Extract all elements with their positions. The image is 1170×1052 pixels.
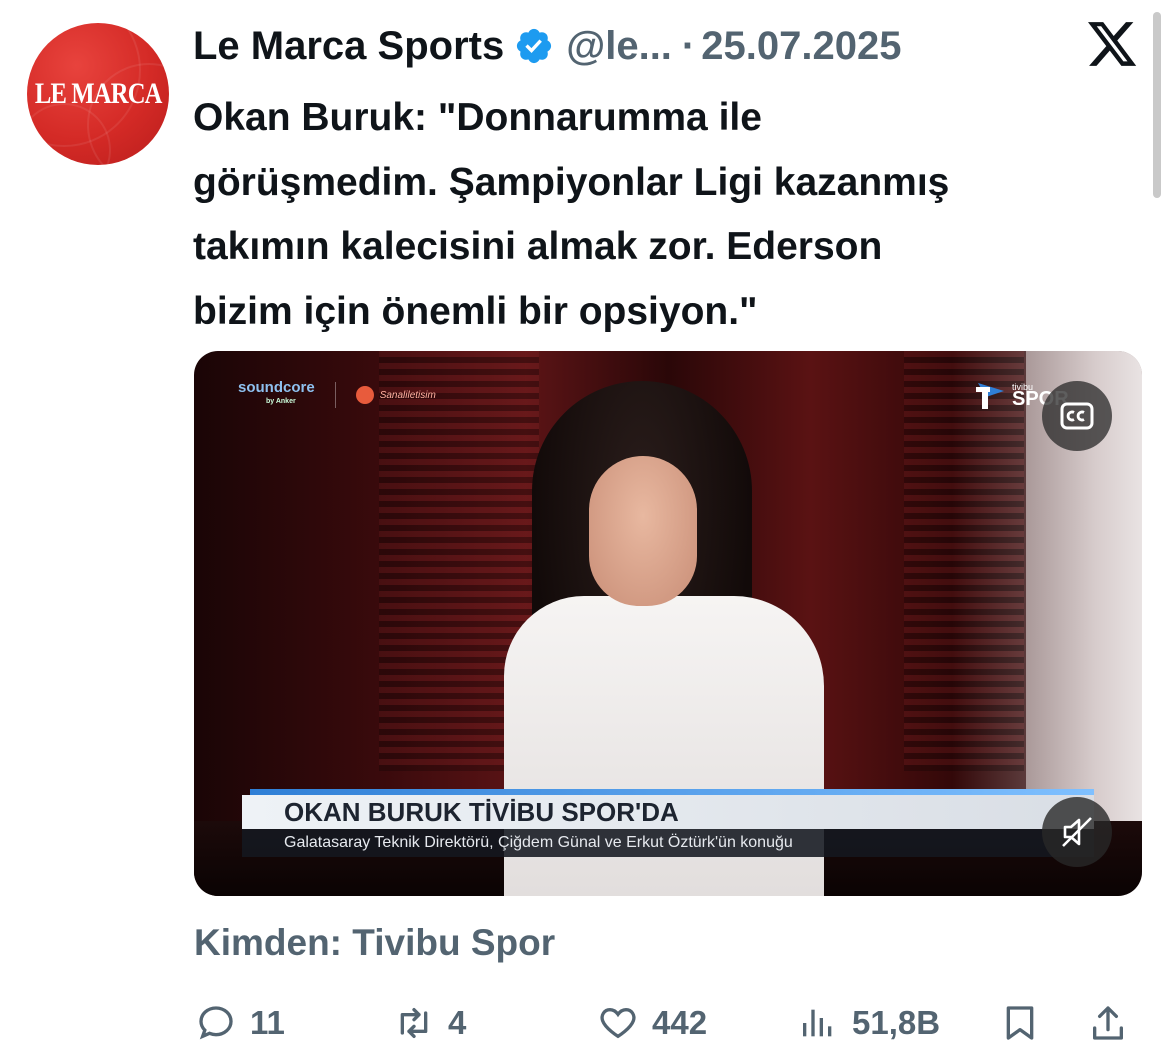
author-handle[interactable]: @le... xyxy=(566,24,672,69)
avatar[interactable]: LE MARCA xyxy=(27,23,169,165)
like-button[interactable]: 442 xyxy=(598,996,707,1050)
tweet-header: Le Marca Sports @le... · 25.07.2025 xyxy=(193,18,901,74)
x-logo-icon[interactable] xyxy=(1088,22,1138,68)
tweet-text: Okan Buruk: "Donnarumma ile görüşmedim. … xyxy=(193,96,950,333)
lower-third-title: OKAN BURUK TİVİBU SPOR'DA xyxy=(242,795,1094,829)
author-name[interactable]: Le Marca Sports xyxy=(193,24,504,69)
avatar-logo-text: LE MARCA xyxy=(34,77,163,110)
views-count: 51,8B xyxy=(852,1004,941,1041)
soundcore-logo: soundcore by Anker xyxy=(238,379,315,405)
reply-count: 11 xyxy=(250,1004,285,1041)
reply-button[interactable]: 11 xyxy=(196,996,285,1050)
closed-captions-button[interactable] xyxy=(1042,381,1112,451)
bookmark-button[interactable] xyxy=(1000,996,1040,1050)
sponsor-logos: soundcore by Anker Sanaliletisim xyxy=(238,379,436,409)
mute-button[interactable] xyxy=(1042,797,1112,867)
lower-third: OKAN BURUK TİVİBU SPOR'DA Galatasaray Te… xyxy=(242,789,1094,857)
sanal-mark-icon xyxy=(355,386,374,404)
repost-button[interactable]: 4 xyxy=(394,996,466,1050)
cc-icon xyxy=(1060,402,1094,430)
repost-icon xyxy=(400,1008,428,1038)
views-chart-icon xyxy=(803,1009,832,1037)
sanaliletisim-logo: Sanaliletisim xyxy=(355,386,436,404)
presenter-face xyxy=(589,456,697,606)
heart-icon xyxy=(600,1007,636,1039)
verified-badge-icon xyxy=(517,28,552,64)
tweet-actions: 11 4 442 51,8B xyxy=(0,996,1170,1052)
share-icon xyxy=(1093,1006,1123,1040)
share-button[interactable] xyxy=(1088,996,1128,1050)
reply-icon xyxy=(199,1006,233,1040)
video-media[interactable]: soundcore by Anker Sanaliletisim tivibu … xyxy=(194,351,1142,896)
scrollbar[interactable] xyxy=(1153,12,1161,198)
views-button[interactable]: 51,8B xyxy=(798,996,940,1050)
lower-third-subtitle: Galatasaray Teknik Direktörü, Çiğdem Gün… xyxy=(242,829,1094,857)
repost-count: 4 xyxy=(448,1004,467,1041)
header-separator: · xyxy=(681,23,696,68)
video-source[interactable]: Kimden: Tivibu Spor xyxy=(194,922,555,964)
bookmark-icon xyxy=(1006,1006,1034,1040)
logo-divider xyxy=(334,382,336,408)
tweet-date[interactable]: 25.07.2025 xyxy=(701,24,901,69)
like-count: 442 xyxy=(652,1004,708,1041)
tivibu-logo-icon xyxy=(976,383,1004,409)
speaker-muted-icon xyxy=(1062,817,1092,847)
